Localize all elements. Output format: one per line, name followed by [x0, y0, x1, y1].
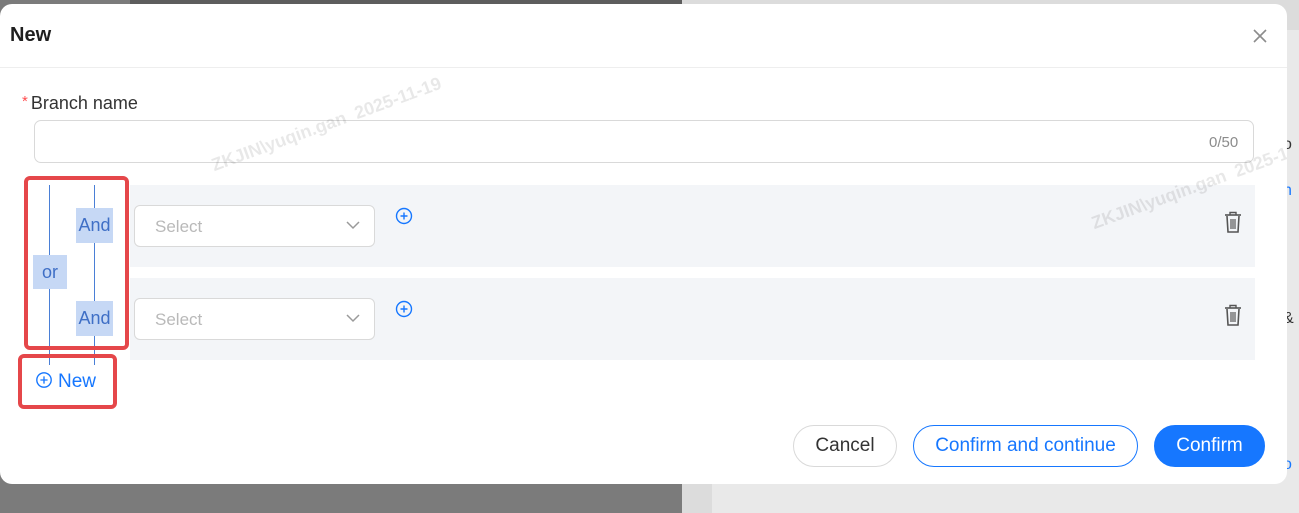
- select-placeholder: Select: [155, 217, 203, 236]
- condition-select[interactable]: Select: [134, 298, 375, 340]
- plus-circle-icon[interactable]: [394, 299, 414, 319]
- highlight-box: [24, 176, 129, 350]
- trash-icon[interactable]: [1224, 304, 1242, 326]
- select-placeholder: Select: [155, 310, 203, 329]
- condition-select[interactable]: Select: [134, 205, 375, 247]
- condition-row: Select: [130, 278, 1255, 360]
- close-icon[interactable]: [1250, 26, 1270, 46]
- required-mark: *: [22, 93, 28, 110]
- new-condition-group-button[interactable]: New: [35, 371, 96, 393]
- trash-icon[interactable]: [1224, 211, 1242, 233]
- branch-name-label: * Branch name: [22, 93, 138, 114]
- plus-circle-icon[interactable]: [394, 206, 414, 226]
- chevron-down-icon: [346, 314, 360, 323]
- confirm-button[interactable]: Confirm: [1154, 425, 1265, 467]
- branch-name-label-text: Branch name: [30, 93, 138, 113]
- condition-row: Select: [130, 185, 1255, 267]
- confirm-and-continue-button[interactable]: Confirm and continue: [913, 425, 1138, 467]
- modal-header: New: [0, 4, 1287, 68]
- new-branch-modal: New * Branch name 0/50 Select Select or …: [0, 4, 1287, 484]
- branch-name-input[interactable]: [34, 120, 1254, 163]
- plus-circle-icon: [36, 372, 52, 388]
- modal-title: New: [10, 24, 52, 46]
- new-button-label: New: [58, 371, 97, 392]
- char-counter: 0/50: [1209, 134, 1239, 151]
- chevron-down-icon: [346, 221, 360, 230]
- cancel-button[interactable]: Cancel: [793, 425, 897, 467]
